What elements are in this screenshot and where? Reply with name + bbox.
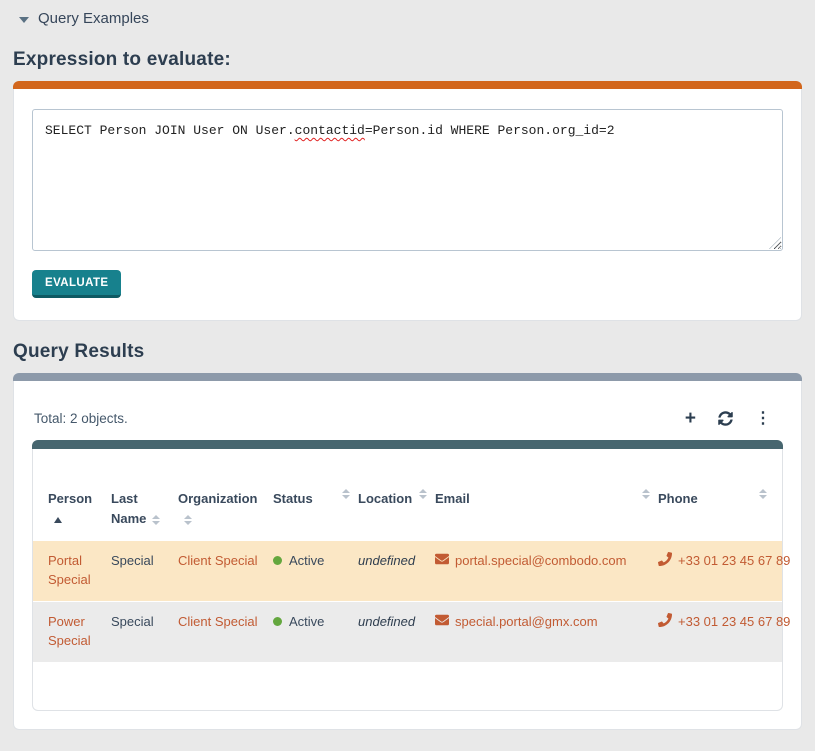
kebab-menu-icon: ⋮: [755, 411, 771, 427]
column-header-last-name[interactable]: Last Name: [111, 489, 178, 529]
column-header-person[interactable]: Person: [48, 489, 111, 529]
query-input[interactable]: SELECT Person JOIN User ON User.contacti…: [32, 109, 783, 251]
table-accent-bar: [32, 440, 783, 449]
last-name-cell: Special: [111, 552, 178, 590]
expression-panel: SELECT Person JOIN User ON User.contacti…: [13, 81, 802, 321]
column-label: Location: [358, 489, 412, 509]
table-row[interactable]: Portal Special Special Client Special Ac…: [33, 541, 782, 601]
sort-icon: [184, 515, 192, 525]
column-label: Status: [273, 489, 313, 509]
location-value: undefined: [358, 614, 415, 629]
page: Query Examples Expression to evaluate: S…: [0, 0, 815, 738]
query-examples-toggle[interactable]: Query Examples: [13, 8, 802, 29]
refresh-icon: [718, 411, 733, 426]
query-text-suffix: =Person.id WHERE Person.org_id=2: [365, 123, 615, 138]
status-label: Active: [289, 553, 324, 568]
column-header-email[interactable]: Email: [435, 489, 658, 529]
sort-icon: [642, 489, 650, 499]
sort-icon: [419, 489, 427, 499]
organization-link[interactable]: Client Special: [178, 553, 258, 568]
phone-icon: [658, 613, 672, 627]
column-label: Organization: [178, 491, 257, 506]
expression-heading: Expression to evaluate:: [13, 49, 802, 71]
phone-link[interactable]: +33 01 23 45 67 89: [678, 613, 790, 632]
phone-icon: [658, 552, 672, 566]
person-link[interactable]: Power Special: [48, 614, 91, 648]
plus-icon: +: [685, 409, 696, 428]
location-value: undefined: [358, 553, 415, 568]
column-header-status[interactable]: Status: [273, 489, 358, 529]
column-header-phone[interactable]: Phone: [658, 489, 767, 529]
query-text-prefix: SELECT Person JOIN User ON User.: [45, 123, 295, 138]
column-label: Email: [435, 489, 470, 509]
evaluate-button[interactable]: EVALUATE: [32, 270, 121, 298]
email-link[interactable]: special.portal@gmx.com: [455, 613, 598, 632]
column-header-location[interactable]: Location: [358, 489, 435, 529]
status-active-dot: [273, 617, 282, 626]
table-header-row: Person Last Name Organization Status Loc…: [33, 449, 782, 541]
envelope-icon: [435, 613, 449, 627]
refresh-button[interactable]: [718, 411, 733, 426]
column-label: Person: [48, 491, 92, 506]
column-label: Last Name: [111, 491, 146, 526]
total-count: Total: 2 objects.: [34, 411, 128, 426]
results-table: Person Last Name Organization Status Loc…: [32, 440, 783, 711]
sort-icon: [759, 489, 767, 499]
results-panel-accent-bar: [13, 373, 802, 381]
status-active-dot: [273, 556, 282, 565]
sort-asc-icon: [54, 517, 62, 523]
results-toolbar: + ⋮: [685, 409, 781, 428]
caret-down-icon: [19, 17, 29, 23]
status-label: Active: [289, 614, 324, 629]
kebab-menu-button[interactable]: ⋮: [755, 411, 771, 427]
email-link[interactable]: portal.special@combodo.com: [455, 552, 626, 571]
results-panel: Total: 2 objects. + ⋮: [13, 373, 802, 730]
phone-link[interactable]: +33 01 23 45 67 89: [678, 552, 790, 571]
column-label: Phone: [658, 489, 698, 509]
expression-panel-accent-bar: [13, 81, 802, 89]
table-bottom-spacer: [33, 662, 782, 710]
add-button[interactable]: +: [685, 409, 696, 428]
envelope-icon: [435, 552, 449, 566]
table-row[interactable]: Power Special Special Client Special Act…: [33, 602, 782, 662]
last-name-cell: Special: [111, 613, 178, 651]
person-link[interactable]: Portal Special: [48, 553, 91, 587]
results-heading: Query Results: [13, 341, 802, 363]
column-header-organization[interactable]: Organization: [178, 489, 273, 529]
organization-link[interactable]: Client Special: [178, 614, 258, 629]
query-text-misspelled: contactid: [295, 123, 365, 138]
sort-icon: [152, 515, 160, 525]
sort-icon: [342, 489, 350, 499]
query-examples-label: Query Examples: [38, 10, 149, 27]
